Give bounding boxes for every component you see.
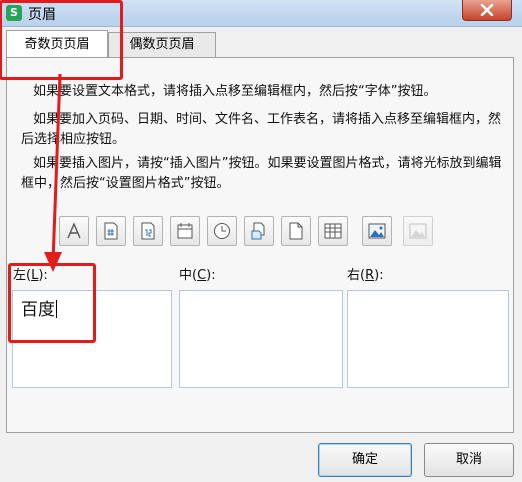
- tab-odd-page-header[interactable]: 奇数页页眉: [6, 30, 108, 57]
- annotation-arrow: [44, 73, 62, 272]
